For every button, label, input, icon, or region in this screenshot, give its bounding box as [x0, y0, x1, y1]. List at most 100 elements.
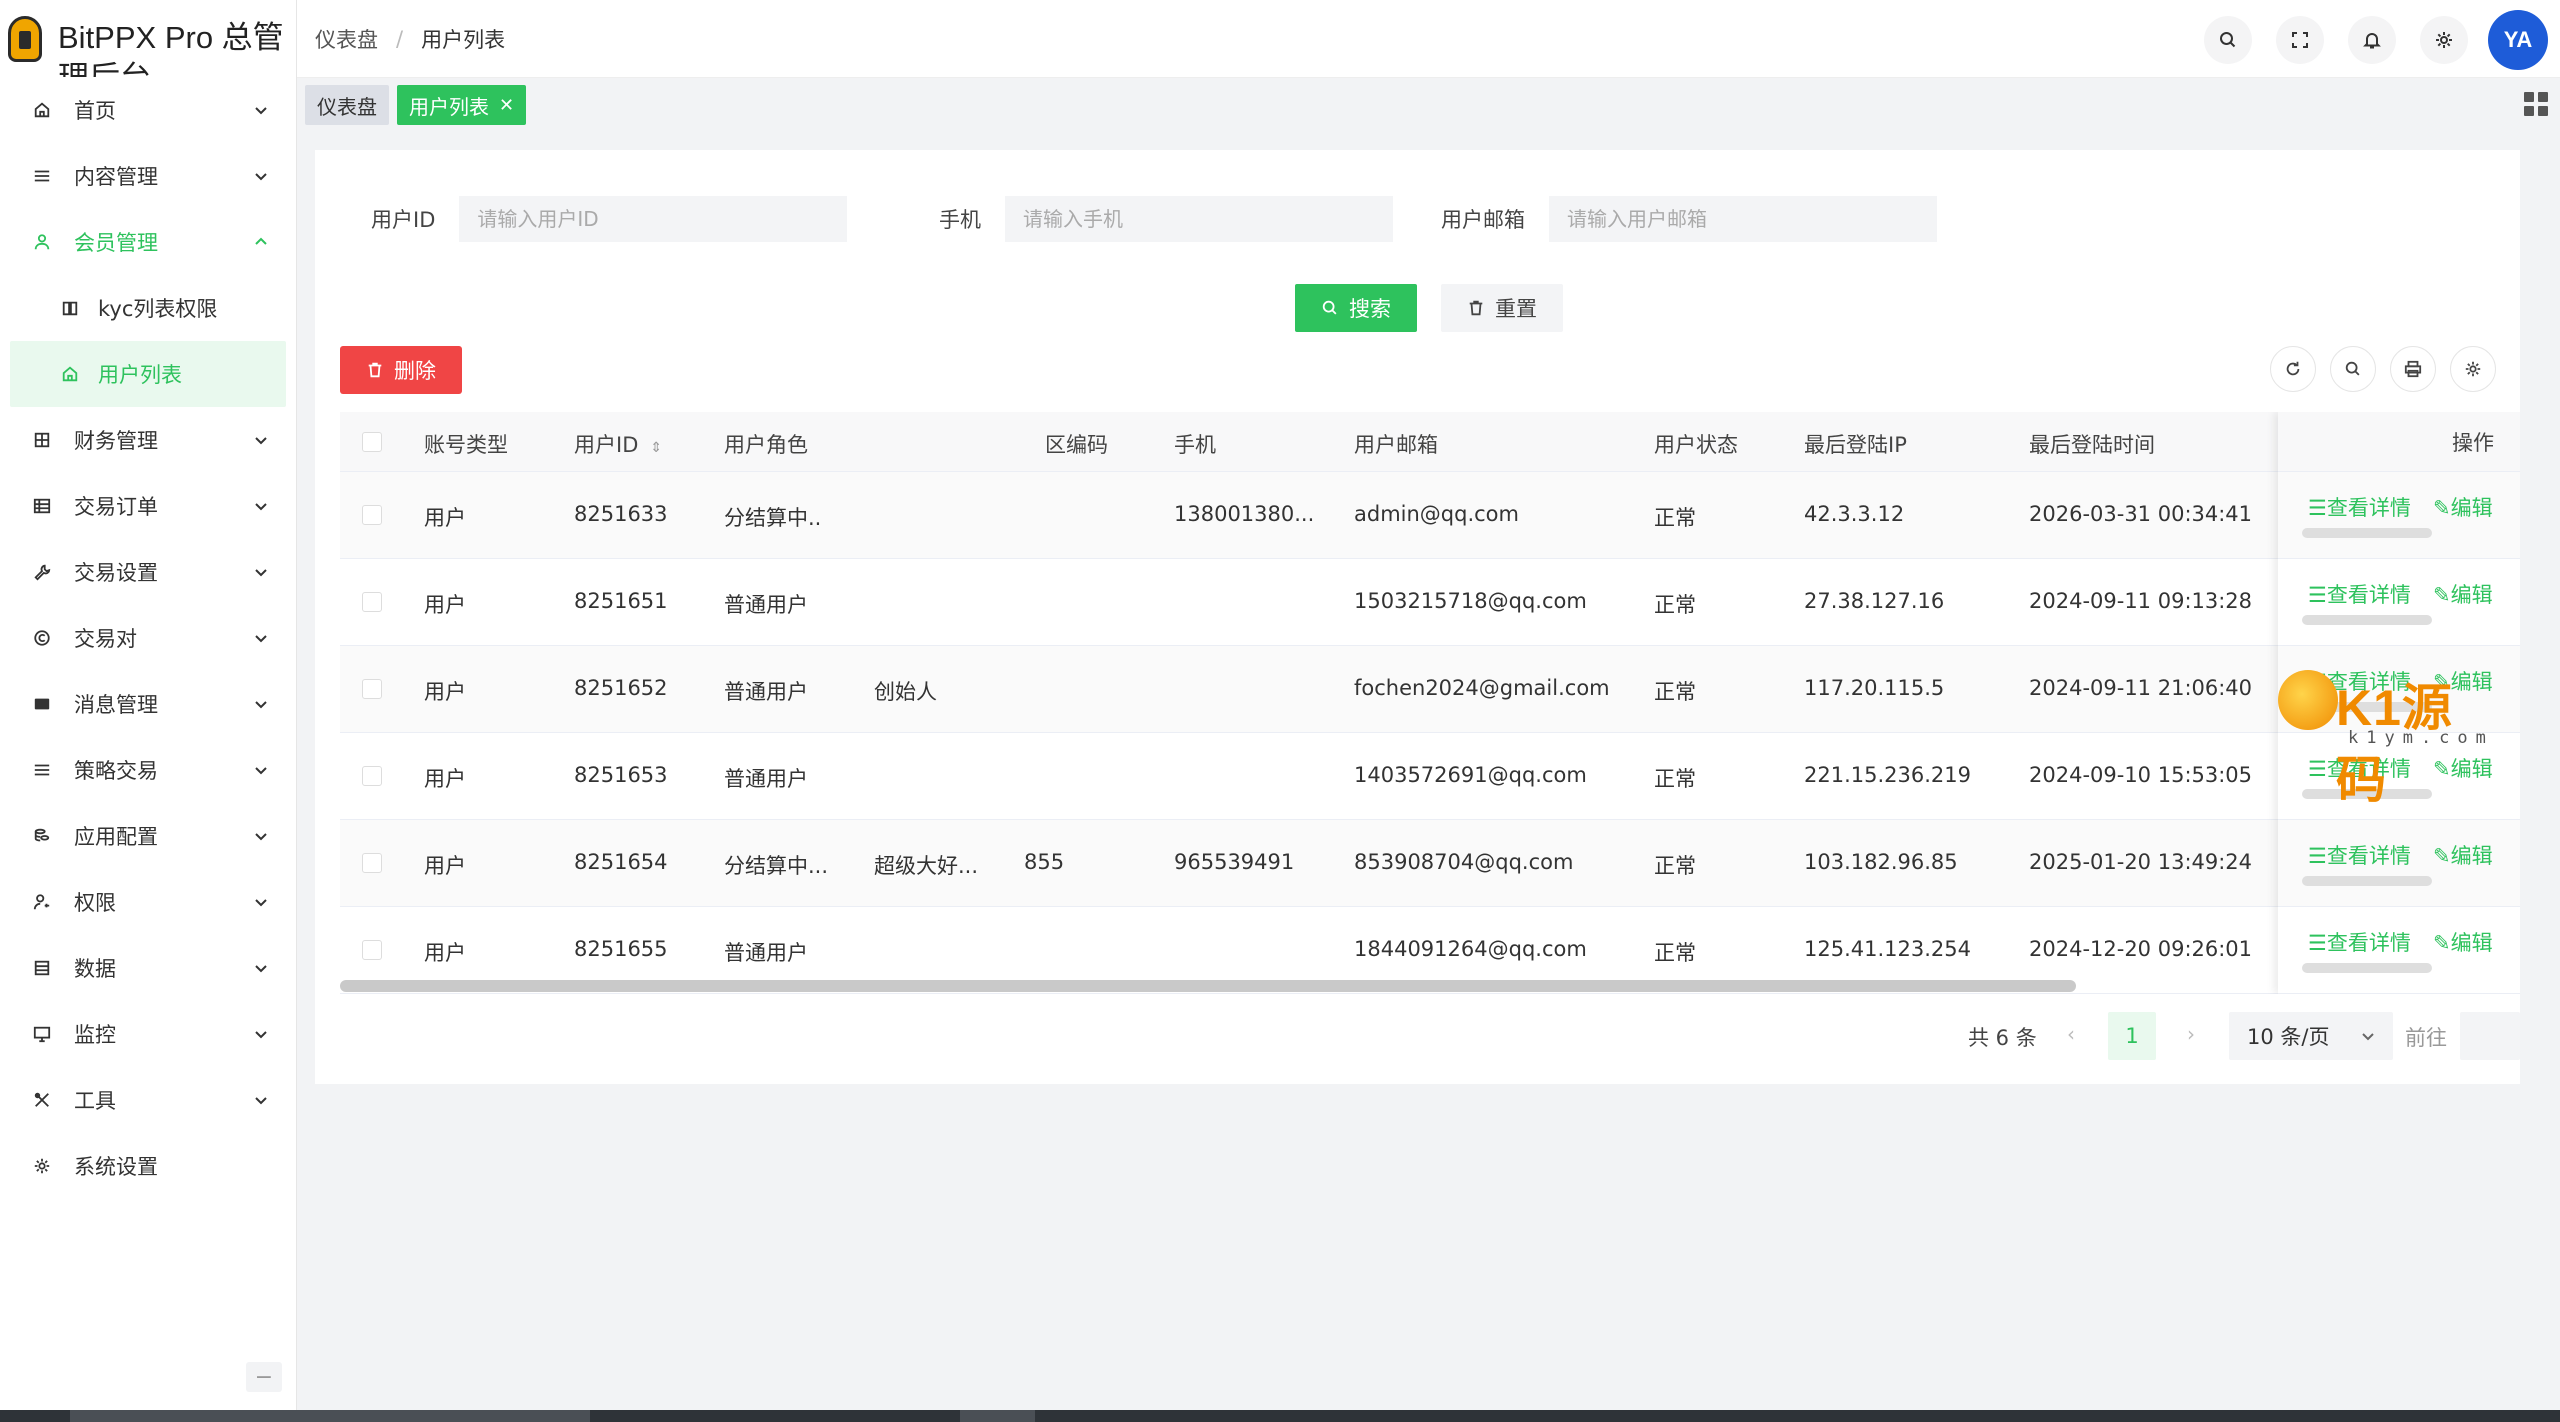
edit-link[interactable]: ✎编辑 [2433, 840, 2493, 870]
refresh-icon [2286, 361, 2300, 376]
header-search-button[interactable] [2204, 16, 2252, 64]
sidebar-item-label: 交易订单 [74, 495, 158, 519]
page-jump-input[interactable] [2460, 1012, 2520, 1060]
sidebar-item-5[interactable]: 财务管理 [0, 407, 296, 473]
sidebar-item-13[interactable]: 数据 [0, 935, 296, 1001]
horizontal-scrollbar[interactable] [340, 980, 2076, 992]
page-size-select[interactable]: 10 条/页 [2229, 1012, 2393, 1060]
table-row: 用户 8251633 分结算中.. 138001380... admin@qq.com 正… [340, 472, 2520, 559]
sidebar-item-7[interactable]: 交易设置 [0, 539, 296, 605]
page-1-button[interactable]: 1 [2108, 1012, 2156, 1060]
cell-email: 853908704@qq.com [1354, 850, 1574, 874]
row-checkbox[interactable] [362, 679, 382, 699]
col-user-id[interactable]: 用户ID ⇕ [574, 429, 662, 459]
sidebar-item-label: 系统设置 [74, 1155, 158, 1179]
sidebar-item-2[interactable]: 会员管理 [0, 209, 296, 275]
grid-icon [32, 430, 52, 450]
pagination: 共 6 条 ‹ 1 › 10 条/页 前往 [315, 1012, 2520, 1060]
edit-link[interactable]: ✎编辑 [2433, 579, 2493, 609]
reset-button-label: 重置 [1495, 297, 1537, 321]
sidebar-item-kyc[interactable]: kyc列表权限 [0, 275, 296, 341]
sidebar-item-14[interactable]: 监控 [0, 1001, 296, 1067]
sidebar-collapse-button[interactable]: − [246, 1362, 282, 1392]
email-input[interactable] [1549, 196, 1937, 242]
sidebar-item-9[interactable]: 消息管理 [0, 671, 296, 737]
taskbar-segment[interactable] [960, 1410, 1035, 1422]
sidebar-item-16[interactable]: 系统设置 [0, 1133, 296, 1199]
os-taskbar [0, 1410, 2560, 1422]
sidebar-item-8[interactable]: 交易对 [0, 605, 296, 671]
row-checkbox[interactable] [362, 766, 382, 786]
edit-link[interactable]: ✎编辑 [2433, 927, 2493, 957]
cell-email: 1844091264@qq.com [1354, 937, 1587, 961]
table-row: 用户 8251654 分结算中... 超级大好... 855 965539491 85390… [340, 820, 2520, 907]
refresh-button[interactable] [2270, 346, 2316, 392]
sidebar-item-label: 内容管理 [74, 165, 158, 189]
row-checkbox[interactable] [362, 853, 382, 873]
cell-user-id: 8251655 [574, 937, 668, 961]
avatar[interactable]: YA [2488, 10, 2548, 70]
row-checkbox[interactable] [362, 505, 382, 525]
settings-button[interactable] [2420, 16, 2468, 64]
view-details-link[interactable]: ☰查看详情 [2308, 927, 2411, 957]
fullscreen-button[interactable] [2276, 16, 2324, 64]
cell-user-id: 8251651 [574, 589, 668, 613]
view-details-link[interactable]: ☰查看详情 [2308, 579, 2411, 609]
row-checkbox[interactable] [362, 940, 382, 960]
col-last-time: 最后登陆时间 [2029, 433, 2155, 457]
sort-icon[interactable]: ⇕ [650, 440, 662, 456]
watermark-subtext: k1ym.com [2348, 728, 2494, 748]
sidebar-item-6[interactable]: 交易订单 [0, 473, 296, 539]
phone-input[interactable] [1005, 196, 1393, 242]
view-details-link[interactable]: ☰查看详情 [2308, 492, 2411, 522]
delete-button[interactable]: 删除 [340, 346, 462, 394]
close-icon[interactable]: ✕ [499, 95, 514, 116]
cell-user-role: 普通用户 [724, 680, 808, 704]
breadcrumb-home[interactable]: 仪表盘 [315, 24, 378, 54]
database-icon [32, 958, 52, 978]
row-scrollbar[interactable] [2302, 963, 2432, 973]
taskbar-segment[interactable] [70, 1410, 590, 1422]
sidebar-item-15[interactable]: 工具 [0, 1067, 296, 1133]
sidebar-item-11[interactable]: 应用配置 [0, 803, 296, 869]
notification-button[interactable] [2348, 16, 2396, 64]
chevron-down-icon [255, 965, 267, 973]
prev-page-button[interactable]: ‹ [2067, 1022, 2075, 1046]
tag-dashboard[interactable]: 仪表盘 [305, 85, 389, 125]
cell-account-type: 用户 [424, 506, 466, 530]
table-search-button[interactable] [2330, 346, 2376, 392]
sidebar-item-10[interactable]: 策略交易 [0, 737, 296, 803]
view-details-link[interactable]: ☰查看详情 [2308, 840, 2411, 870]
select-all-checkbox[interactable] [362, 432, 382, 452]
printer-icon [2404, 360, 2422, 378]
sidebar-item-1[interactable]: 内容管理 [0, 143, 296, 209]
print-button[interactable] [2390, 346, 2436, 392]
column-settings-button[interactable] [2450, 346, 2496, 392]
goto-label: 前往 [2405, 1026, 2447, 1050]
next-page-button[interactable]: › [2187, 1022, 2195, 1046]
reset-button[interactable]: 重置 [1441, 284, 1563, 332]
sidebar-item-12[interactable]: 权限 [0, 869, 296, 935]
chevron-down-icon [255, 173, 267, 181]
actions-row: ☰查看详情 ✎编辑 [2278, 559, 2520, 646]
row-scrollbar[interactable] [2302, 615, 2432, 625]
logo[interactable]: BitPPX Pro 总管理后台 [0, 0, 296, 77]
row-scrollbar[interactable] [2302, 528, 2432, 538]
search-button[interactable]: 搜索 [1295, 284, 1417, 332]
table-body: 用户 8251633 分结算中.. 138001380... admin@qq.com 正… [340, 472, 2520, 994]
row-checkbox[interactable] [362, 592, 382, 612]
fullscreen-icon [2292, 32, 2308, 48]
edit-link[interactable]: ✎编辑 [2433, 492, 2493, 522]
row-scrollbar[interactable] [2302, 876, 2432, 886]
home-icon [60, 364, 80, 384]
sidebar-item-user-list[interactable]: 用户列表 [10, 341, 286, 407]
col-user-role: 用户角色 [724, 433, 808, 457]
cell-user-id: 8251654 [574, 850, 668, 874]
userid-input[interactable] [459, 196, 848, 242]
tag-user-list[interactable]: 用户列表 ✕ [397, 85, 527, 125]
chevron-down-icon [255, 635, 267, 643]
col-phone: 手机 [1174, 433, 1216, 457]
breadcrumb: 仪表盘 / 用户列表 [315, 24, 505, 54]
grid-icon[interactable] [2524, 92, 2548, 116]
sidebar-item-0[interactable]: 首页 [0, 77, 296, 143]
